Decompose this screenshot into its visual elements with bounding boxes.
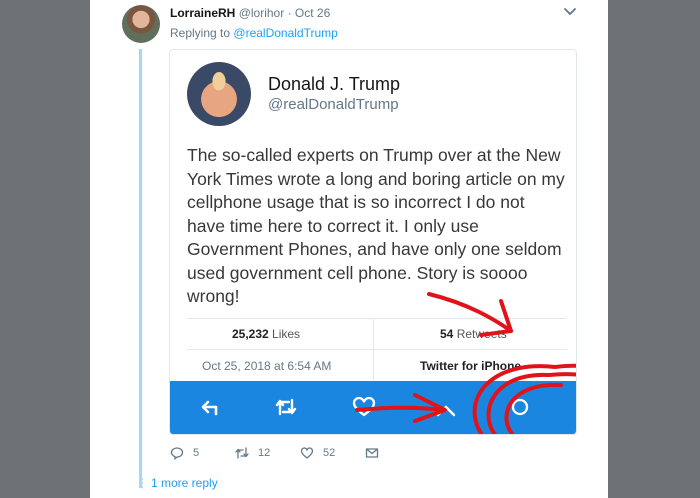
embedded-tweet-screenshot[interactable]: Donald J. Trump @realDonaldTrump The so-… xyxy=(169,49,577,435)
thread-line xyxy=(139,49,142,488)
quoted-display-name: Donald J. Trump xyxy=(268,74,401,94)
thread-dots-icon: ⋮ xyxy=(136,476,148,490)
like-count: 52 xyxy=(323,447,336,459)
retweet-count: 12 xyxy=(258,447,271,459)
tweet-header: LorraineRH @lorihor · Oct 26 xyxy=(170,6,330,20)
tweet-actions: 5 12 52 xyxy=(170,446,420,464)
quoted-timestamp: Oct 25, 2018 at 6:54 AM xyxy=(202,359,332,373)
quoted-tweet-text: The so-called experts on Trump over at t… xyxy=(187,145,565,306)
quoted-handle: @realDonaldTrump xyxy=(268,96,399,113)
chevron-down-icon[interactable] xyxy=(560,4,580,20)
separator: · xyxy=(287,6,292,20)
tweet-date[interactable]: Oct 26 xyxy=(295,6,330,20)
envelope-icon xyxy=(365,448,379,458)
likes-label: Likes xyxy=(272,327,301,341)
more-replies-link[interactable]: ⋮ 1 more reply xyxy=(136,476,218,490)
retweet-action[interactable]: 12 xyxy=(235,446,270,460)
like-action[interactable]: 52 xyxy=(300,446,335,460)
handle[interactable]: @lorihor xyxy=(239,6,285,20)
quoted-action-bar xyxy=(170,381,576,434)
message-action[interactable] xyxy=(365,446,388,460)
reply-action[interactable]: 5 xyxy=(170,446,199,460)
likes-count: 25,232 xyxy=(232,327,269,341)
reply-count: 5 xyxy=(193,447,200,459)
reply-icon xyxy=(201,400,218,416)
replying-prefix: Replying to xyxy=(170,26,231,40)
heart-icon xyxy=(300,447,314,459)
quoted-avatar xyxy=(187,62,251,126)
retweets-stat: 54 Retweets xyxy=(440,327,507,341)
replying-mention[interactable]: @realDonaldTrump xyxy=(233,26,337,40)
comment-icon xyxy=(170,447,184,460)
divider xyxy=(187,349,567,350)
retweets-count: 54 xyxy=(440,327,454,341)
heart-icon xyxy=(352,396,376,417)
more-icon xyxy=(511,398,529,416)
display-name[interactable]: LorraineRH xyxy=(170,6,235,20)
retweet-icon xyxy=(275,398,297,416)
divider xyxy=(187,318,567,319)
quoted-source: Twitter for iPhone xyxy=(420,359,522,373)
replying-to: Replying to @realDonaldTrump xyxy=(170,26,338,40)
retweet-icon xyxy=(235,447,249,459)
retweets-label: Retweets xyxy=(456,327,507,341)
tweet-card: LorraineRH @lorihor · Oct 26 Replying to… xyxy=(90,0,608,498)
more-replies-label[interactable]: 1 more reply xyxy=(151,476,218,490)
share-icon xyxy=(436,405,456,417)
avatar[interactable] xyxy=(122,5,160,43)
likes-stat: 25,232 Likes xyxy=(232,327,300,341)
